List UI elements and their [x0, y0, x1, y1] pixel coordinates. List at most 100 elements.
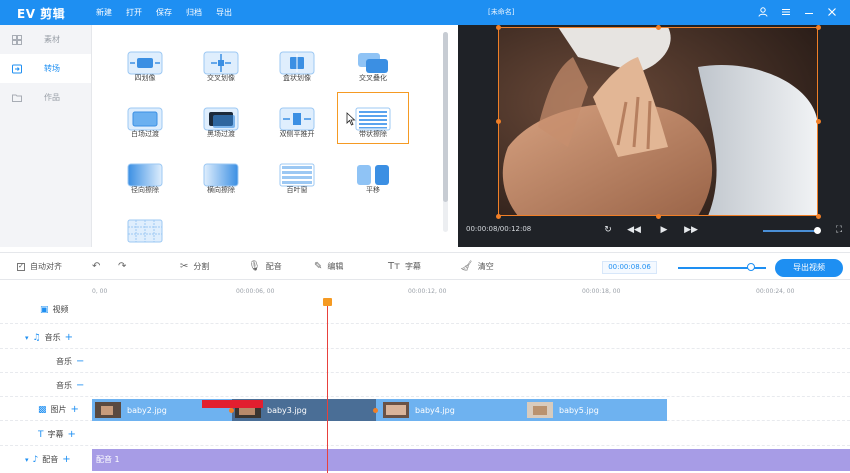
add-track-icon[interactable]: + [62, 454, 70, 465]
transition-label: 横向擦除 [207, 186, 235, 194]
crop-frame[interactable] [498, 27, 818, 216]
undo-icon: ↶ [92, 261, 101, 272]
edit-button[interactable]: ✎ 编辑 [314, 261, 343, 272]
resize-handle[interactable] [496, 214, 501, 219]
rewind-icon[interactable]: ◀◀ [627, 223, 641, 237]
clip-name: baby2.jpg [127, 405, 167, 415]
auto-align-toggle[interactable]: ✓ 自动对齐 [17, 261, 62, 272]
fast-forward-icon[interactable]: ▶▶ [684, 223, 698, 237]
track-music-sub1: 音乐 − [0, 351, 850, 373]
transition-box-wipe[interactable]: 盒状划像 [262, 37, 332, 87]
transition-marker[interactable] [202, 400, 263, 408]
volume-slider[interactable] [763, 230, 818, 232]
split-label: 分割 [193, 262, 210, 271]
remove-track-icon[interactable]: − [76, 380, 84, 391]
chevron-down-icon[interactable]: ▾ [25, 334, 29, 342]
transition-grid[interactable] [110, 205, 180, 255]
menu-save[interactable]: 保存 [156, 7, 172, 18]
track-name: 音乐 [56, 357, 72, 366]
transition-radial-wipe[interactable]: 径向擦除 [110, 149, 180, 199]
sidebar: 素材 转场 作品 [0, 25, 92, 247]
time-ruler[interactable]: 0, 00 00:00:06, 00 00:00:12, 00 00:00:18… [92, 288, 850, 302]
transition-label: 带状擦除 [359, 130, 387, 138]
clip-handle[interactable] [229, 408, 234, 413]
fullscreen-icon[interactable]: ⛶ [832, 223, 846, 237]
volume-knob[interactable] [814, 227, 821, 234]
transitions-scrollbar[interactable] [443, 32, 448, 232]
cross-dissolve-icon [358, 53, 388, 73]
transition-black-fade[interactable]: 黑场过渡 [186, 93, 256, 143]
playhead-line[interactable] [327, 300, 328, 473]
close-icon[interactable] [825, 5, 838, 18]
resize-handle[interactable] [656, 25, 661, 30]
track-video: ▣ 视频 [0, 302, 850, 324]
minimize-icon[interactable] [802, 5, 815, 18]
menu-open[interactable]: 打开 [126, 7, 142, 18]
resize-handle[interactable] [656, 214, 661, 219]
folder-icon [12, 93, 22, 103]
transition-white-fade[interactable]: 白场过渡 [110, 93, 180, 143]
export-video-button[interactable]: 导出视频 [775, 259, 843, 277]
pen-icon: ✎ [314, 261, 323, 272]
sidebar-item-works[interactable]: 作品 [0, 83, 91, 112]
resize-handle[interactable] [816, 25, 821, 30]
video-icon: ▣ [40, 304, 49, 315]
transition-label: 黑场过渡 [207, 130, 235, 138]
menu-archive[interactable]: 归档 [186, 7, 202, 18]
checkbox-icon[interactable]: ✓ [17, 262, 25, 271]
redo-button[interactable]: ↷ [118, 261, 126, 272]
subtitle-button[interactable]: Tт 字幕 [388, 261, 421, 272]
add-track-icon[interactable]: + [71, 404, 79, 415]
track-label-dub: ▾ ♪ 配音 + [25, 454, 71, 465]
replay-icon[interactable]: ↻ [601, 223, 615, 237]
undo-button[interactable]: ↶ [92, 261, 100, 272]
split-button[interactable]: ✂ 分割 [180, 261, 209, 272]
sidebar-item-transitions[interactable]: 转场 [0, 54, 91, 83]
resize-handle[interactable] [816, 119, 821, 124]
transition-four-wipe[interactable]: 四划像 [110, 37, 180, 87]
horizontal-wipe-icon [203, 163, 239, 187]
transition-horizontal-wipe[interactable]: 横向擦除 [186, 149, 256, 199]
ruler-label: 00:00:18, 00 [582, 288, 621, 295]
resize-handle[interactable] [816, 214, 821, 219]
dub-button[interactable]: 🎙︎ 配音 [248, 261, 282, 272]
menu-new[interactable]: 新建 [96, 7, 112, 18]
sidebar-item-label: 作品 [44, 93, 60, 102]
clip-baby5[interactable]: baby5.jpg [524, 399, 667, 421]
menu-icon[interactable] [779, 5, 792, 18]
transition-double-push[interactable]: 双侧平推开 [262, 93, 332, 143]
zoom-knob[interactable] [747, 263, 755, 271]
dub-clip-track[interactable]: 配音 1 [92, 449, 850, 471]
transition-cross-dissolve[interactable]: 交叉叠化 [338, 37, 408, 87]
clip-baby4[interactable]: baby4.jpg [380, 399, 524, 421]
add-track-icon[interactable]: + [68, 429, 76, 440]
resize-handle[interactable] [496, 119, 501, 124]
double-push-icon [279, 107, 315, 131]
chevron-down-icon[interactable]: ▾ [25, 456, 29, 464]
transition-icon [12, 64, 22, 74]
clip-handle[interactable] [373, 408, 378, 413]
resize-handle[interactable] [496, 25, 501, 30]
ruler-label: 00:00:06, 00 [236, 288, 275, 295]
remove-track-icon[interactable]: − [76, 356, 84, 367]
four-wipe-icon [127, 51, 163, 75]
transition-cross-wipe[interactable]: 交叉划像 [186, 37, 256, 87]
sidebar-item-materials[interactable]: 素材 [0, 25, 91, 54]
menu-export[interactable]: 导出 [216, 7, 232, 18]
radial-wipe-icon [127, 163, 163, 187]
scrollbar-thumb[interactable] [443, 32, 448, 202]
playhead-handle[interactable] [323, 298, 332, 306]
add-track-icon[interactable]: + [65, 332, 73, 343]
cursor-icon [346, 112, 356, 126]
user-icon[interactable] [756, 5, 769, 18]
sidebar-item-label: 转场 [44, 64, 60, 73]
text-box-icon: T [38, 429, 44, 440]
microphone-icon: 🎙︎ [248, 261, 261, 272]
track-label-subtitle: T 字幕 + [38, 429, 76, 440]
transition-blinds[interactable]: 百叶窗 [262, 149, 332, 199]
clear-button[interactable]: 🧹︎ 清空 [460, 261, 494, 272]
play-icon[interactable]: ▶ [657, 223, 671, 237]
transition-label: 白场过渡 [131, 130, 159, 138]
transition-pan[interactable]: 平移 [338, 149, 408, 199]
clip-thumbnail [383, 402, 409, 418]
